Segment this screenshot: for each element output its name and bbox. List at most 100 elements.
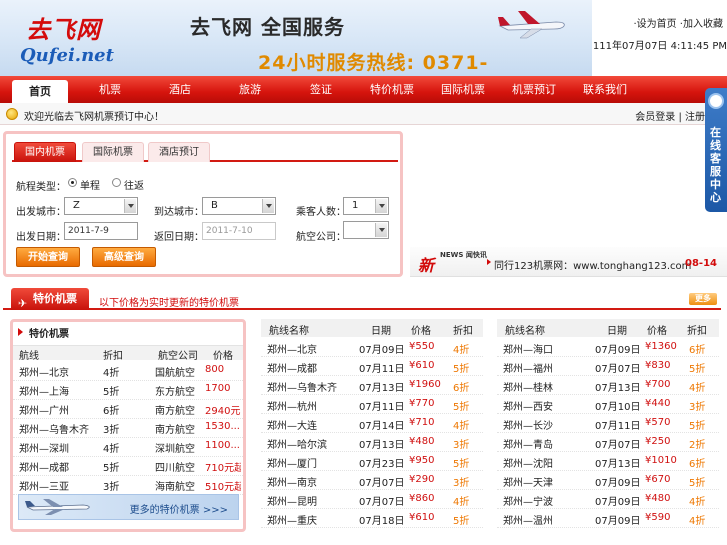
table-row[interactable]: 郑州—南京 07月07日 ¥290 3折 xyxy=(261,471,483,490)
news-headline[interactable]: 同行123机票网：www.tonghang123.com xyxy=(494,257,691,272)
nav-item-travel[interactable]: 旅游 xyxy=(220,76,280,103)
route-cell[interactable]: 郑州—厦门 xyxy=(267,455,363,470)
route-cell[interactable]: 郑州—重庆 xyxy=(267,512,363,527)
header-discount: 折扣 xyxy=(687,326,707,337)
table-row[interactable]: 郑州—海口 07月09日 ¥1360 6折 xyxy=(497,338,719,357)
table-row[interactable]: 郑州—北京 4折 国航航空 800 xyxy=(13,361,243,381)
specials-tab[interactable]: ✈ 特价机票 xyxy=(11,288,89,310)
table-row[interactable]: 郑州—青岛 07月07日 ¥250 2折 xyxy=(497,433,719,452)
airline-cell: 海南航空 xyxy=(155,482,195,493)
route-cell[interactable]: 郑州—沈阳 xyxy=(503,455,599,470)
nav-item-hotels[interactable]: 酒店 xyxy=(150,76,210,103)
table-row[interactable]: 郑州—北京 07月09日 ¥550 4折 xyxy=(261,338,483,357)
header-price: 价格 xyxy=(647,326,667,337)
table-row[interactable]: 郑州—广州 6折 南方航空 2940元 xyxy=(13,399,243,419)
nav-item-booking[interactable]: 机票预订 xyxy=(504,76,564,103)
radio-round-trip[interactable] xyxy=(112,178,121,187)
price-cell: ¥1010 xyxy=(645,455,677,466)
tab-international[interactable]: 国际机票 xyxy=(82,142,144,162)
price-cell: 800 xyxy=(205,364,225,375)
nav-item-flights[interactable]: 机票 xyxy=(80,76,140,103)
table-row[interactable]: 郑州—成都 07月11日 ¥610 5折 xyxy=(261,357,483,376)
route-cell[interactable]: 郑州—天津 xyxy=(503,474,599,489)
plane-icon: ✈ xyxy=(18,297,28,310)
table-row[interactable]: 郑州—厦门 07月23日 ¥950 5折 xyxy=(261,452,483,471)
route-cell[interactable]: 郑州—昆明 xyxy=(267,493,363,508)
more-specials-banner[interactable]: 更多的特价机票 >>> xyxy=(18,494,239,520)
route-cell[interactable]: 郑州—温州 xyxy=(503,512,599,527)
route-cell[interactable]: 郑州—南京 xyxy=(267,474,363,489)
logo-english[interactable]: Qufei.net xyxy=(20,45,114,66)
logo-chinese[interactable]: 去飞网 xyxy=(26,10,101,45)
table-row[interactable]: 郑州—哈尔滨 07月13日 ¥480 3折 xyxy=(261,433,483,452)
discount-cell: 3折 xyxy=(453,440,470,451)
nav-item-visa[interactable]: 签证 xyxy=(291,76,351,103)
notice-bar: 欢迎光临去飞网机票预订中心！ 会员登录 | 注册 xyxy=(0,103,705,125)
tab-hotel[interactable]: 酒店预订 xyxy=(148,142,210,162)
nav-item-international[interactable]: 国际机票 xyxy=(433,76,493,103)
table-row[interactable]: 郑州—桂林 07月13日 ¥700 4折 xyxy=(497,376,719,395)
table-row[interactable]: 郑州—福州 07月07日 ¥830 5折 xyxy=(497,357,719,376)
route-cell[interactable]: 郑州—长沙 xyxy=(503,417,599,432)
return-date-input[interactable]: 2011-7-10 xyxy=(202,222,276,240)
table-row[interactable]: 郑州—乌鲁木齐 3折 南方航空 1530... xyxy=(13,418,243,438)
date-cell: 07月13日 xyxy=(359,383,405,394)
table-row[interactable]: 郑州—宁波 07月09日 ¥480 4折 xyxy=(497,490,719,509)
return-date-label: 返回日期： xyxy=(154,232,204,243)
top-links[interactable]: ·设为首页 ·加入收藏 xyxy=(633,15,723,30)
passengers-select[interactable]: 1 xyxy=(343,197,389,215)
discount-cell: 6折 xyxy=(689,345,706,356)
route-cell[interactable]: 郑州—海口 xyxy=(503,341,599,356)
tab-domestic[interactable]: 国内机票 xyxy=(14,142,76,162)
table-row[interactable]: 郑州—沈阳 07月13日 ¥1010 6折 xyxy=(497,452,719,471)
route-cell[interactable]: 郑州—青岛 xyxy=(503,436,599,451)
nav-item-home[interactable]: 首页 xyxy=(12,80,68,103)
date-cell: 07月09日 xyxy=(595,497,641,508)
table-row[interactable]: 郑州—长沙 07月11日 ¥570 5折 xyxy=(497,414,719,433)
price-cell: ¥480 xyxy=(645,493,671,504)
route-cell: 郑州—乌鲁木齐 xyxy=(19,425,89,436)
specials-title: 特价机票 xyxy=(33,292,77,305)
route-cell[interactable]: 郑州—哈尔滨 xyxy=(267,436,363,451)
airline-cell: 南方航空 xyxy=(155,425,195,436)
from-city-select[interactable]: Z xyxy=(64,197,138,215)
table-row[interactable]: 郑州—昆明 07月07日 ¥860 4折 xyxy=(261,490,483,509)
table-row[interactable]: 郑州—杭州 07月11日 ¥770 5折 xyxy=(261,395,483,414)
airline-select[interactable] xyxy=(343,221,389,239)
route-cell[interactable]: 郑州—成都 xyxy=(267,360,363,375)
route-cell: 郑州—成都 xyxy=(19,463,69,474)
route-cell[interactable]: 郑州—杭州 xyxy=(267,398,363,413)
table-row[interactable]: 郑州—温州 07月09日 ¥590 4折 xyxy=(497,509,719,528)
login-links[interactable]: 会员登录 | 注册 xyxy=(635,108,705,123)
specials-header: ✈ 特价机票 以下价格为实时更新的特价机票 更多 xyxy=(3,288,721,310)
route-cell[interactable]: 郑州—北京 xyxy=(267,341,363,356)
table-row[interactable]: 郑州—三亚 3折 海南航空 510元起 xyxy=(13,475,243,495)
table-row[interactable]: 郑州—乌鲁木齐 07月13日 ¥1960 6折 xyxy=(261,376,483,395)
route-cell[interactable]: 郑州—西安 xyxy=(503,398,599,413)
route-cell[interactable]: 郑州—乌鲁木齐 xyxy=(267,379,363,394)
nav-item-special-flights[interactable]: 特价机票 xyxy=(362,76,422,103)
search-button[interactable]: 开始查询 xyxy=(16,247,80,267)
discount-cell: 5折 xyxy=(453,364,470,375)
table-row[interactable]: 郑州—成都 5折 四川航空 710元起 xyxy=(13,456,243,476)
route-cell[interactable]: 郑州—宁波 xyxy=(503,493,599,508)
route-cell[interactable]: 郑州—桂林 xyxy=(503,379,599,394)
date-cell: 07月07日 xyxy=(359,478,405,489)
radio-one-way[interactable] xyxy=(68,178,77,187)
advanced-search-button[interactable]: 高级查询 xyxy=(92,247,156,267)
route-cell[interactable]: 郑州—福州 xyxy=(503,360,599,375)
more-button[interactable]: 更多 xyxy=(689,293,717,305)
table-row[interactable]: 郑州—西安 07月10日 ¥440 3折 xyxy=(497,395,719,414)
table-row[interactable]: 郑州—深圳 4折 深圳航空 1100... xyxy=(13,437,243,457)
table-row[interactable]: 郑州—重庆 07月18日 ¥610 5折 xyxy=(261,509,483,528)
price-cell: 1700 xyxy=(205,383,231,394)
to-city-value: B xyxy=(211,200,218,211)
to-city-select[interactable]: B xyxy=(202,197,276,215)
online-service-widget[interactable]: 在线客服中心 xyxy=(705,88,727,212)
table-row[interactable]: 郑州—天津 07月09日 ¥670 5折 xyxy=(497,471,719,490)
nav-item-contact[interactable]: 联系我们 xyxy=(575,76,635,103)
table-row[interactable]: 郑州—上海 5折 东方航空 1700 xyxy=(13,380,243,400)
depart-date-input[interactable]: 2011-7-9 xyxy=(64,222,138,240)
table-row[interactable]: 郑州—大连 07月14日 ¥710 4折 xyxy=(261,414,483,433)
route-cell[interactable]: 郑州—大连 xyxy=(267,417,363,432)
